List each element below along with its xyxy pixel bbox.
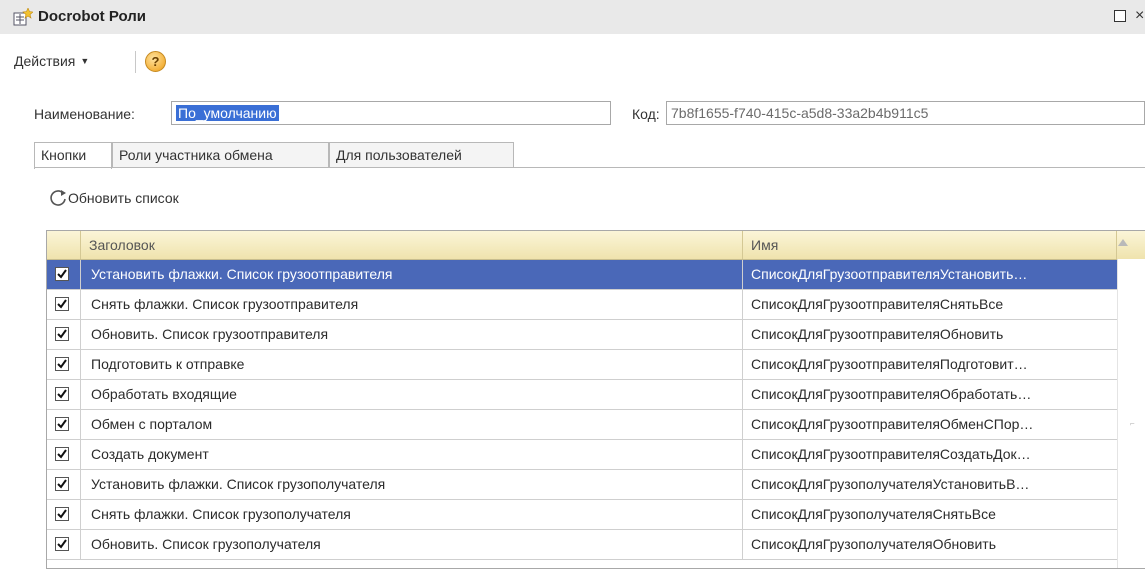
header-title-label: Заголовок xyxy=(89,237,155,253)
close-icon[interactable]: × xyxy=(1135,6,1144,26)
row-checkbox[interactable] xyxy=(55,417,69,431)
tab-for-users[interactable]: Для пользователей xyxy=(329,142,514,168)
checkmark-icon xyxy=(57,269,67,279)
checkmark-icon xyxy=(57,509,67,519)
header-title[interactable]: Заголовок xyxy=(81,231,743,259)
scroll-up-icon[interactable] xyxy=(1118,239,1128,246)
checkbox-cell xyxy=(47,530,81,559)
table-row[interactable]: Обработать входящие СписокДляГрузоотправи… xyxy=(47,380,1117,410)
maximize-icon[interactable] xyxy=(1114,10,1126,22)
row-name: СписокДляГрузоотправителяСоздатьДок… xyxy=(751,446,1031,462)
row-title: Обновить. Список грузоотправителя xyxy=(81,320,743,349)
row-title: Установить флажки. Список грузополучател… xyxy=(81,470,743,499)
checkmark-icon xyxy=(57,329,67,339)
help-icon[interactable]: ? xyxy=(145,51,166,72)
table-row[interactable]: Обмен с порталом СписокДляГрузоотправител… xyxy=(47,410,1117,440)
dropdown-arrow-icon: ▼ xyxy=(80,56,90,66)
row-name: СписокДляГрузоотправителяУстановить… xyxy=(751,266,1028,282)
code-value: 7b8f1655-f740-415c-a5d8-33a2b4b911c5 xyxy=(671,105,929,121)
checkbox-cell xyxy=(47,500,81,529)
table-row[interactable]: Установить флажки. Список грузоотправите… xyxy=(47,260,1117,290)
tab-buttons[interactable]: Кнопки xyxy=(34,142,112,169)
checkmark-icon xyxy=(57,359,67,369)
checkbox-cell xyxy=(47,410,81,439)
table-row[interactable]: Создать документ СписокДляГрузоотправител… xyxy=(47,440,1117,470)
scroll-grip-icon: ⌐ xyxy=(1130,419,1135,428)
checkbox-cell xyxy=(47,260,81,289)
checkmark-icon xyxy=(57,539,67,549)
row-checkbox[interactable] xyxy=(55,507,69,521)
checkmark-icon xyxy=(57,479,67,489)
menu-bar: Действия ▼ ? xyxy=(0,34,1145,89)
buttons-table: Заголовок Имя Установить флажки. Список … xyxy=(46,230,1145,569)
window-titlebar: Docrobot Роли × xyxy=(0,0,1145,35)
row-title: Обновить. Список грузополучателя xyxy=(81,530,743,559)
table-row[interactable]: Снять флажки. Список грузополучателя Спис… xyxy=(47,500,1117,530)
row-name: СписокДляГрузоотправителяПодготовит… xyxy=(751,356,1028,372)
checkbox-cell xyxy=(47,320,81,349)
checkbox-cell xyxy=(47,470,81,499)
table-row[interactable]: Установить флажки. Список грузополучател… xyxy=(47,470,1117,500)
table-row[interactable]: Обновить. Список грузополучателя СписокДл… xyxy=(47,530,1117,560)
row-checkbox[interactable] xyxy=(55,267,69,281)
row-name: СписокДляГрузоотправителяСнятьВсе xyxy=(751,296,1004,312)
checkbox-cell xyxy=(47,440,81,469)
table-row[interactable]: Подготовить к отправке СписокДляГрузоотпр… xyxy=(47,350,1117,380)
tab-label: Для пользователей xyxy=(336,147,462,163)
checkbox-cell xyxy=(47,290,81,319)
vertical-scrollbar[interactable]: ⌐ xyxy=(1117,259,1145,568)
tab-divider xyxy=(34,167,1145,168)
table-row[interactable]: Снять флажки. Список грузоотправителя Спи… xyxy=(47,290,1117,320)
row-title: Обмен с порталом xyxy=(81,410,743,439)
row-checkbox[interactable] xyxy=(55,477,69,491)
row-checkbox[interactable] xyxy=(55,387,69,401)
checkmark-icon xyxy=(57,389,67,399)
actions-menu-label: Действия xyxy=(14,53,76,69)
refresh-list-label: Обновить список xyxy=(68,190,179,206)
row-checkbox[interactable] xyxy=(55,357,69,371)
name-value: По_умолчанию xyxy=(176,105,279,121)
header-name[interactable]: Имя xyxy=(743,231,1117,259)
header-checkbox-column xyxy=(47,231,81,259)
checkmark-icon xyxy=(57,419,67,429)
checkmark-icon xyxy=(57,449,67,459)
tab-label: Роли участника обмена xyxy=(119,147,273,163)
help-icon-glyph: ? xyxy=(151,54,160,69)
row-name: СписокДляГрузоотправителяОбработать… xyxy=(751,386,1032,402)
row-name: СписокДляГрузоотправителяОбменСПор… xyxy=(751,416,1034,432)
table-row[interactable]: Обновить. Список грузоотправителя СписокД… xyxy=(47,320,1117,350)
row-checkbox[interactable] xyxy=(55,537,69,551)
row-title: Обработать входящие xyxy=(81,380,743,409)
checkbox-cell xyxy=(47,350,81,379)
tab-exchange-roles[interactable]: Роли участника обмена xyxy=(112,142,329,168)
table-header: Заголовок Имя xyxy=(47,231,1145,260)
code-label: Код: xyxy=(632,106,660,122)
row-title: Создать документ xyxy=(81,440,743,469)
checkmark-icon xyxy=(57,299,67,309)
row-title: Снять флажки. Список грузополучателя xyxy=(81,500,743,529)
row-title: Подготовить к отправке xyxy=(81,350,743,379)
row-title: Установить флажки. Список грузоотправите… xyxy=(81,260,743,289)
row-checkbox[interactable] xyxy=(55,297,69,311)
name-field[interactable]: По_умолчанию xyxy=(171,101,611,125)
row-name: СписокДляГрузополучателяОбновить xyxy=(751,536,996,552)
header-name-label: Имя xyxy=(751,237,779,253)
row-name: СписокДляГрузополучателяУстановитьВ… xyxy=(751,476,1030,492)
row-checkbox[interactable] xyxy=(55,447,69,461)
name-label: Наименование: xyxy=(34,106,135,122)
checkbox-cell xyxy=(47,380,81,409)
menu-separator xyxy=(135,51,136,73)
window-title: Docrobot Роли xyxy=(38,8,146,25)
window-form-icon xyxy=(13,8,33,26)
actions-menu[interactable]: Действия ▼ xyxy=(14,53,89,69)
code-field[interactable]: 7b8f1655-f740-415c-a5d8-33a2b4b911c5 xyxy=(666,101,1145,125)
row-name: СписокДляГрузополучателяСнятьВсе xyxy=(751,506,996,522)
tab-label: Кнопки xyxy=(41,147,87,163)
row-checkbox[interactable] xyxy=(55,327,69,341)
row-title: Снять флажки. Список грузоотправителя xyxy=(81,290,743,319)
row-name: СписокДляГрузоотправителяОбновить xyxy=(751,326,1004,342)
refresh-icon xyxy=(50,190,66,206)
